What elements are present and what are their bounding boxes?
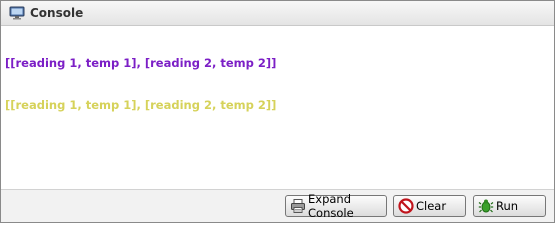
console-footer: Expand Console Clear Run xyxy=(1,189,554,222)
clear-label: Clear xyxy=(416,199,447,213)
console-output[interactable]: [[reading 1, temp 1], [reading 2, temp 2… xyxy=(5,28,550,188)
console-title: Console xyxy=(30,6,84,20)
monitor-icon xyxy=(9,5,25,21)
console-panel: Console [[reading 1, temp 1], [reading 2… xyxy=(0,0,555,223)
no-entry-icon xyxy=(398,198,414,214)
clear-button[interactable]: Clear xyxy=(393,195,466,217)
bug-icon xyxy=(478,198,494,214)
expand-console-label: Expand Console xyxy=(308,192,354,220)
expand-console-button[interactable]: Expand Console xyxy=(285,192,387,220)
console-line-2: [[reading 1, temp 1], [reading 2, temp 2… xyxy=(5,98,277,112)
console-titlebar: Console xyxy=(1,1,554,26)
printer-icon xyxy=(290,198,306,214)
run-label: Run xyxy=(496,199,519,213)
run-button[interactable]: Run xyxy=(473,195,546,217)
console-line-1: [[reading 1, temp 1], [reading 2, temp 2… xyxy=(5,56,277,70)
